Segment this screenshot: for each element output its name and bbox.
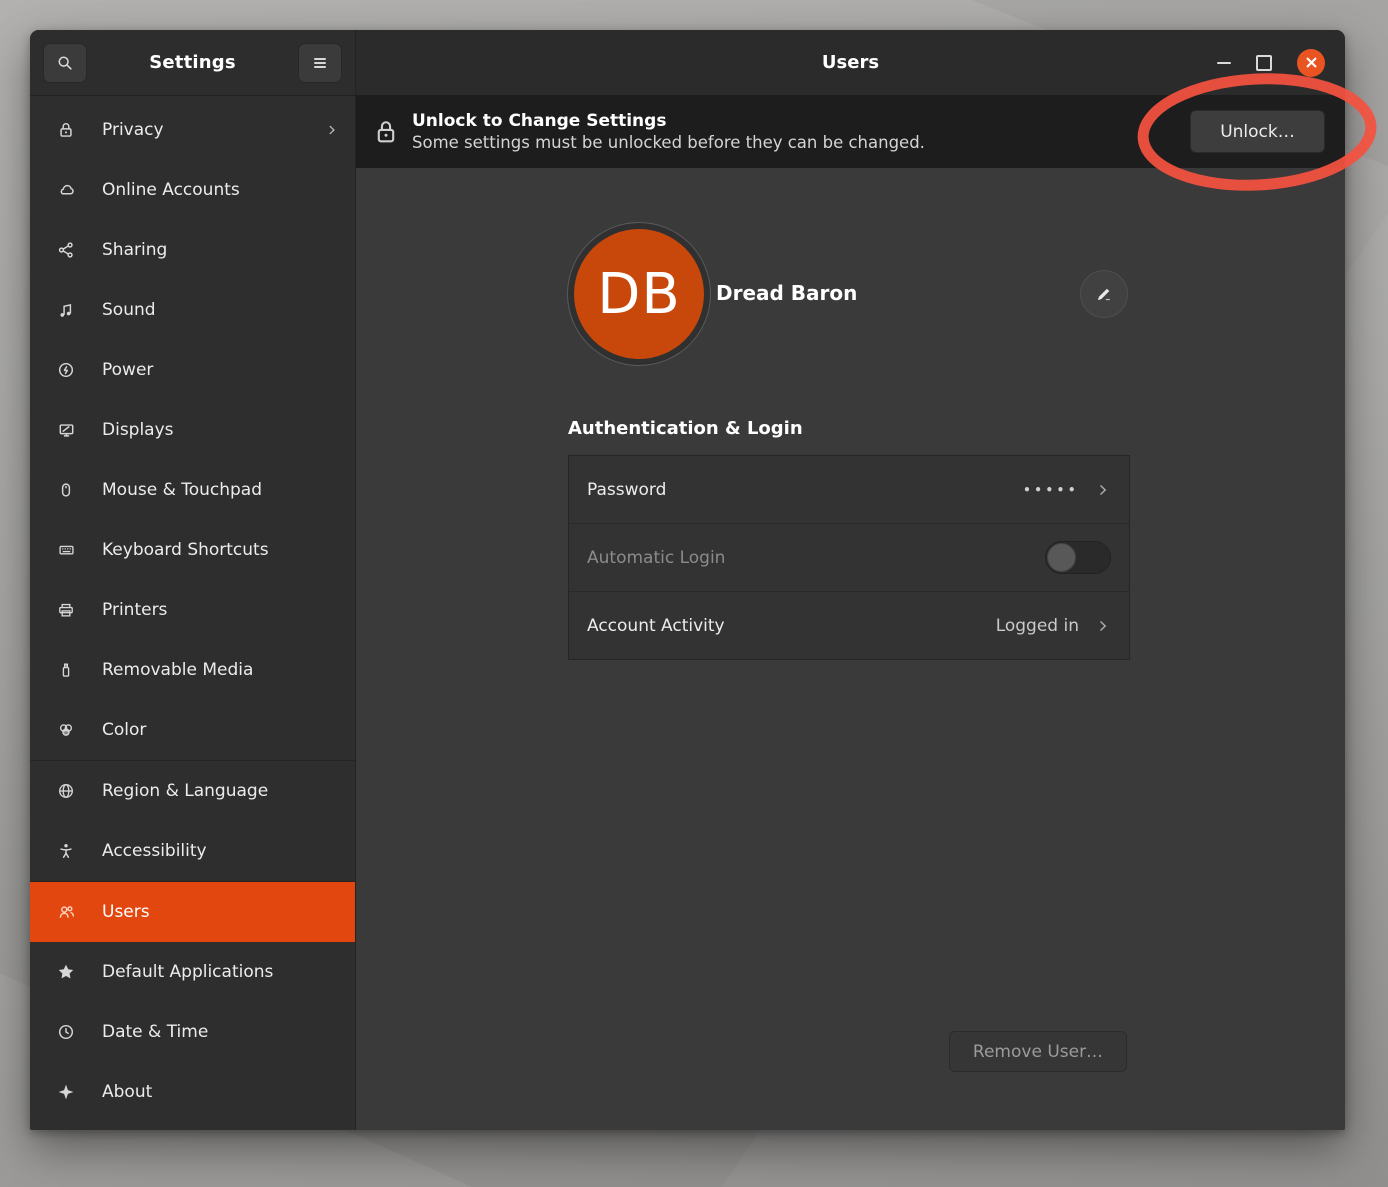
window-controls [1217, 30, 1325, 95]
sidebar-nav: Privacy Online Accounts Sharing [30, 96, 355, 1130]
desktop: { "titlebar": { "app_title": "Settings",… [0, 0, 1388, 1187]
password-row[interactable]: Password ••••• [569, 456, 1129, 524]
sidebar-item-label: Users [102, 902, 339, 922]
sidebar-item-label: Power [102, 360, 339, 380]
users-panel: DB Dread Baron Authentication & Login Pa… [356, 168, 1345, 1130]
keyboard-icon [55, 541, 77, 559]
cloud-icon [55, 181, 77, 199]
menu-button[interactable] [298, 43, 342, 83]
main-pane: Users Unlock to Change Settings Some set… [356, 30, 1345, 1130]
flash-drive-icon [55, 661, 77, 679]
sidebar-item-label: Privacy [102, 120, 325, 140]
printer-icon [55, 601, 77, 619]
sidebar-item-removable-media[interactable]: Removable Media [30, 640, 355, 700]
chevron-right-icon [325, 123, 339, 137]
auth-login-list: Password ••••• Automatic Login Account A… [568, 455, 1130, 660]
sidebar-item-power[interactable]: Power [30, 340, 355, 400]
close-button[interactable] [1297, 49, 1325, 77]
sidebar-item-mouse-touchpad[interactable]: Mouse & Touchpad [30, 460, 355, 520]
row-value: Logged in [996, 616, 1079, 636]
sidebar-item-privacy[interactable]: Privacy [30, 100, 355, 160]
sidebar-item-color[interactable]: Color [30, 700, 355, 760]
password-dots: ••••• [1023, 483, 1079, 497]
sidebar-item-label: Removable Media [102, 660, 339, 680]
sidebar-item-label: Displays [102, 420, 339, 440]
sidebar-item-keyboard-shortcuts[interactable]: Keyboard Shortcuts [30, 520, 355, 580]
sidebar-item-label: Date & Time [102, 1022, 339, 1042]
sidebar-item-label: Accessibility [102, 841, 339, 861]
settings-window: Settings Privacy Onl [30, 30, 1345, 1130]
sidebar-header: Settings [30, 30, 355, 96]
padlock-icon [374, 118, 398, 146]
sidebar-item-label: Default Applications [102, 962, 339, 982]
banner-text: Unlock to Change Settings Some settings … [412, 111, 925, 152]
chevron-right-icon [1095, 618, 1111, 634]
search-icon [56, 54, 74, 72]
share-icon [55, 241, 77, 259]
lock-icon [55, 121, 77, 139]
clock-icon [55, 1023, 77, 1041]
sidebar-item-label: Region & Language [102, 781, 339, 801]
sidebar-item-sharing[interactable]: Sharing [30, 220, 355, 280]
page-title: Users [822, 52, 879, 73]
row-label: Password [587, 480, 666, 500]
mouse-icon [55, 481, 77, 499]
music-note-icon [55, 301, 77, 319]
section-heading: Authentication & Login [568, 418, 803, 439]
account-activity-row[interactable]: Account Activity Logged in [569, 592, 1129, 659]
maximize-button[interactable] [1256, 55, 1272, 71]
sidebar-item-printers[interactable]: Printers [30, 580, 355, 640]
minimize-button[interactable] [1217, 62, 1231, 64]
chevron-right-icon [1095, 482, 1111, 498]
sidebar-item-label: Sound [102, 300, 339, 320]
automatic-login-row: Automatic Login [569, 524, 1129, 592]
globe-icon [55, 782, 77, 800]
sidebar-item-label: Printers [102, 600, 339, 620]
row-label: Account Activity [587, 616, 725, 636]
sidebar-item-label: Color [102, 720, 339, 740]
sidebar-item-label: Sharing [102, 240, 339, 260]
display-icon [55, 421, 77, 439]
banner-subtitle: Some settings must be unlocked before th… [412, 133, 925, 152]
search-button[interactable] [43, 43, 87, 83]
sidebar-item-about[interactable]: About [30, 1062, 355, 1122]
remove-user-button[interactable]: Remove User… [949, 1031, 1127, 1072]
close-icon [1305, 56, 1318, 69]
sidebar: Settings Privacy Onl [30, 30, 356, 1130]
accessibility-icon [55, 842, 77, 860]
color-circles-icon [55, 721, 77, 739]
sidebar-item-label: Keyboard Shortcuts [102, 540, 339, 560]
unlock-banner: Unlock to Change Settings Some settings … [356, 95, 1345, 168]
banner-title: Unlock to Change Settings [412, 111, 925, 131]
users-icon [55, 903, 77, 921]
toggle-knob [1047, 543, 1076, 572]
sidebar-item-online-accounts[interactable]: Online Accounts [30, 160, 355, 220]
sidebar-item-users[interactable]: Users [30, 882, 355, 942]
sidebar-item-default-applications[interactable]: Default Applications [30, 942, 355, 1002]
hamburger-icon [312, 56, 328, 70]
sidebar-item-region-language[interactable]: Region & Language [30, 761, 355, 821]
sidebar-item-sound[interactable]: Sound [30, 280, 355, 340]
power-icon [55, 361, 77, 379]
sidebar-item-label: Mouse & Touchpad [102, 480, 339, 500]
pencil-icon [1095, 285, 1113, 303]
sidebar-item-accessibility[interactable]: Accessibility [30, 821, 355, 881]
sidebar-item-date-time[interactable]: Date & Time [30, 1002, 355, 1062]
unlock-button[interactable]: Unlock… [1190, 110, 1325, 153]
edit-name-button[interactable] [1080, 270, 1128, 318]
sidebar-item-displays[interactable]: Displays [30, 400, 355, 460]
star-icon [55, 963, 77, 981]
avatar[interactable]: DB [574, 229, 704, 359]
headerbar: Users [356, 30, 1345, 95]
sidebar-item-label: About [102, 1082, 339, 1102]
user-name: Dread Baron [716, 281, 857, 305]
automatic-login-toggle[interactable] [1045, 541, 1111, 574]
sparkle-icon [55, 1083, 77, 1101]
app-title: Settings [149, 52, 236, 73]
row-label: Automatic Login [587, 548, 725, 568]
sidebar-item-label: Online Accounts [102, 180, 339, 200]
